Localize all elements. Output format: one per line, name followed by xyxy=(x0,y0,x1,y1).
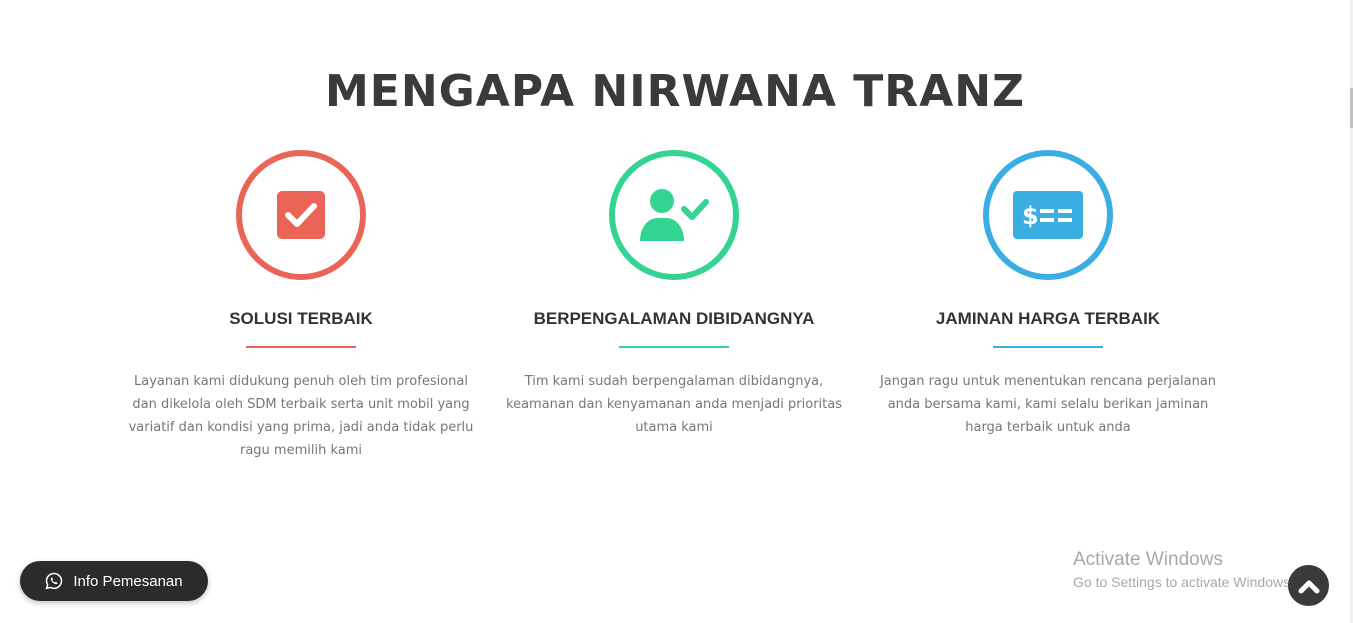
feature-title: SOLUSI TERBAIK xyxy=(229,309,373,328)
feature-divider xyxy=(993,346,1103,348)
info-pemesanan-label: Info Pemesanan xyxy=(73,572,183,590)
activate-windows-title: Activate Windows xyxy=(1073,549,1223,570)
feature-title: BERPENGALAMAN DIBIDANGNYA xyxy=(533,309,815,328)
scroll-top-button[interactable] xyxy=(1288,565,1329,606)
activate-windows-subtitle: Go to Settings to activate Windows. xyxy=(1073,574,1294,590)
svg-text:$: $ xyxy=(1022,202,1039,230)
feature-icon-circle xyxy=(236,150,366,280)
info-pemesanan-button[interactable]: Info Pemesanan xyxy=(20,561,208,601)
feature-divider xyxy=(619,346,729,348)
feature-jaminan-harga: $ JAMINAN HARGA TERBAIK Jangan ragu untu… xyxy=(868,150,1228,439)
money-check-icon: $ xyxy=(1013,191,1083,239)
page: MENGAPA NIRWANA TRANZ SOLUSI TERBAIK Lay… xyxy=(0,0,1353,623)
feature-icon-circle: $ xyxy=(983,150,1113,280)
activate-windows-watermark: Activate Windows Go to Settings to activ… xyxy=(1073,548,1294,592)
chevron-up-icon xyxy=(1298,580,1319,593)
checkbox-icon xyxy=(277,191,325,239)
whatsapp-icon xyxy=(45,572,63,590)
feature-description: Tim kami sudah berpengalaman dibidangnya… xyxy=(506,374,842,435)
feature-icon-circle xyxy=(609,150,739,280)
feature-berpengalaman: BERPENGALAMAN DIBIDANGNYA Tim kami sudah… xyxy=(494,150,854,439)
section-title: MENGAPA NIRWANA TRANZ xyxy=(325,66,1025,117)
user-check-icon xyxy=(640,189,709,241)
feature-solusi-terbaik: SOLUSI TERBAIK Layanan kami didukung pen… xyxy=(121,150,481,462)
feature-description: Jangan ragu untuk menentukan rencana per… xyxy=(879,374,1217,435)
feature-divider xyxy=(246,346,356,348)
feature-title: JAMINAN HARGA TERBAIK xyxy=(935,309,1161,328)
feature-description: Layanan kami didukung penuh oleh tim pro… xyxy=(128,374,474,458)
